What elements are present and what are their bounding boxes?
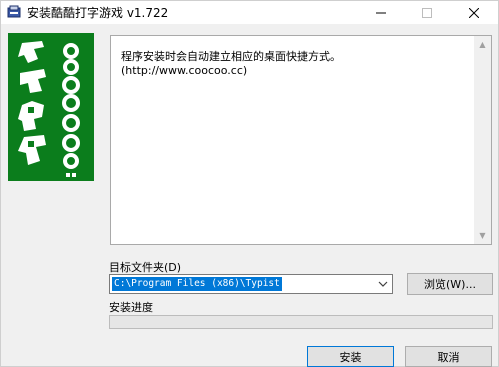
info-text-line: 程序安装时会自动建立相应的桌面快捷方式。: [121, 50, 341, 63]
info-url-line: (http://www.coocoo.cc): [121, 64, 248, 77]
installer-window: 安装酷酷打字游戏 v1.722 程序安装时会自动建立相应的桌面快捷方式。 (ht…: [0, 0, 499, 367]
product-logo: [8, 33, 94, 181]
chevron-down-icon[interactable]: [377, 278, 389, 290]
install-folder-combobox[interactable]: C:\Program Files (x86)\Typist: [109, 274, 393, 294]
install-folder-label: 目标文件夹(D): [109, 261, 182, 274]
install-folder-value[interactable]: C:\Program Files (x86)\Typist: [112, 277, 282, 291]
window-title: 安装酷酷打字游戏 v1.722: [27, 6, 169, 20]
install-button[interactable]: 安装: [307, 346, 394, 367]
maximize-button[interactable]: [404, 1, 450, 24]
cancel-button[interactable]: 取消: [405, 346, 492, 367]
close-button[interactable]: [451, 1, 497, 24]
scroll-down-icon[interactable]: ▼: [474, 227, 491, 244]
maximize-icon: [422, 7, 432, 18]
install-progress-label: 安装进度: [109, 301, 153, 314]
install-progress-bar: [109, 315, 493, 329]
close-icon: [469, 7, 479, 18]
title-bar[interactable]: 安装酷酷打字游戏 v1.722: [1, 1, 498, 24]
info-textbox[interactable]: 程序安装时会自动建立相应的桌面快捷方式。 (http://www.coocoo.…: [110, 35, 492, 245]
coocoo-logo-image: [18, 41, 80, 177]
info-scrollbar[interactable]: ▲ ▼: [474, 36, 491, 244]
browse-button[interactable]: 浏览(W)...: [407, 273, 493, 295]
installer-icon: [7, 5, 21, 18]
minimize-icon: [376, 12, 386, 13]
minimize-button[interactable]: [358, 1, 404, 24]
scroll-up-icon[interactable]: ▲: [474, 36, 491, 53]
